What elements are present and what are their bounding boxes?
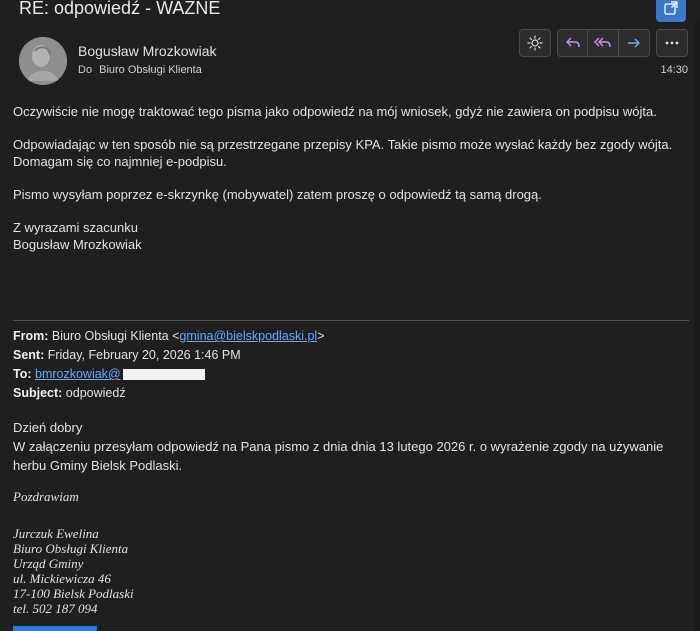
received-time: 14:30 — [660, 64, 688, 76]
sig-name: Jurczuk Ewelina — [13, 526, 99, 541]
greeting: Dzień dobry — [13, 420, 83, 435]
subject-label: Subject: — [13, 386, 63, 400]
closing-line: Z wyrazami szacunku — [13, 220, 138, 235]
quoted-signature: Pozdrawiam Jurczuk Ewelina Biuro Obsługi… — [13, 489, 313, 616]
reply-icon — [565, 37, 580, 48]
forward-button[interactable] — [619, 30, 649, 56]
sent-label: Sent: — [13, 348, 45, 362]
redaction-box — [122, 369, 205, 381]
quoted-header: From: Biuro Obsługi Klienta <gmina@biels… — [13, 327, 693, 403]
sig-street: ul. Mickiewicza 46 — [13, 571, 111, 586]
closing-signature: Bogusław Mrozkowiak — [13, 237, 142, 252]
open-in-new-window-button[interactable] — [656, 0, 686, 22]
avatar[interactable] — [19, 37, 67, 85]
from-label: From: — [13, 329, 49, 343]
attachment-tab[interactable] — [13, 626, 97, 631]
reply-all-icon — [594, 37, 611, 48]
sig-office: Urząd Gminy — [13, 556, 84, 571]
reply-button[interactable] — [558, 30, 589, 56]
body-paragraph: Pismo wysyłam poprzez e-skrzynkę (mobywa… — [13, 187, 542, 202]
reply-actions-group — [557, 29, 650, 57]
avatar-image — [19, 37, 67, 85]
subject-value: odpowiedź — [65, 386, 126, 400]
quoted-line: herbu Gminy Bielsk Podlaski. — [13, 458, 183, 473]
brightness-icon — [527, 35, 543, 51]
quoted-from-row: From: Biuro Obsługi Klienta <gmina@biels… — [13, 327, 693, 346]
quoted-subject-row: Subject: odpowiedź — [13, 384, 693, 403]
sig-dept: Biuro Obsługi Klienta — [13, 541, 129, 556]
from-email-link[interactable]: gmina@bielskpodlaski.pl — [179, 329, 317, 343]
recipient-line: Do Biuro Obsługi Klienta — [78, 64, 202, 76]
quoted-line: W załączeniu przesyłam odpowiedź na Pana… — [13, 439, 664, 454]
to-label: Do — [78, 64, 93, 76]
open-window-icon — [664, 1, 678, 15]
quote-divider — [13, 320, 689, 321]
to-label: To: — [13, 367, 32, 381]
more-icon — [665, 41, 679, 45]
reply-all-button[interactable] — [588, 30, 619, 56]
from-name: Biuro Obsługi Klienta < — [51, 329, 180, 343]
forward-icon — [627, 38, 640, 48]
sent-value: Friday, February 20, 2026 1:46 PM — [47, 348, 241, 362]
recipient-name[interactable]: Biuro Obsługi Klienta — [99, 64, 202, 76]
body-paragraph: Odpowiadając w ten sposób nie są przestr… — [13, 137, 673, 152]
to-email-link[interactable]: bmrozkowiak@ — [35, 367, 121, 381]
quoted-sent-row: Sent: Friday, February 20, 2026 1:46 PM — [13, 346, 693, 365]
scrollbar[interactable] — [694, 20, 700, 631]
body-paragraph: Oczywiście nie mogę traktować tego pisma… — [13, 104, 657, 119]
brightness-button[interactable] — [519, 29, 551, 57]
sig-city: 17-100 Bielsk Podlaski — [13, 586, 134, 601]
email-subject: RE: odpowiedź - WAŻNE — [19, 0, 221, 18]
sig-regards: Pozdrawiam — [13, 489, 79, 504]
from-close: > — [317, 329, 325, 343]
more-actions-button[interactable] — [656, 29, 688, 57]
quoted-message-body: Dzień dobry W załączeniu przesyłam odpow… — [13, 418, 693, 475]
quoted-to-row: To: bmrozkowiak@ — [13, 365, 693, 384]
message-body: Oczywiście nie mogę traktować tego pisma… — [13, 103, 693, 253]
sig-phone: tel. 502 187 094 — [13, 601, 98, 616]
body-paragraph: Domagam się co najmniej e-podpisu. — [13, 154, 227, 169]
sender-name[interactable]: Bogusław Mrozkowiak — [78, 43, 217, 59]
